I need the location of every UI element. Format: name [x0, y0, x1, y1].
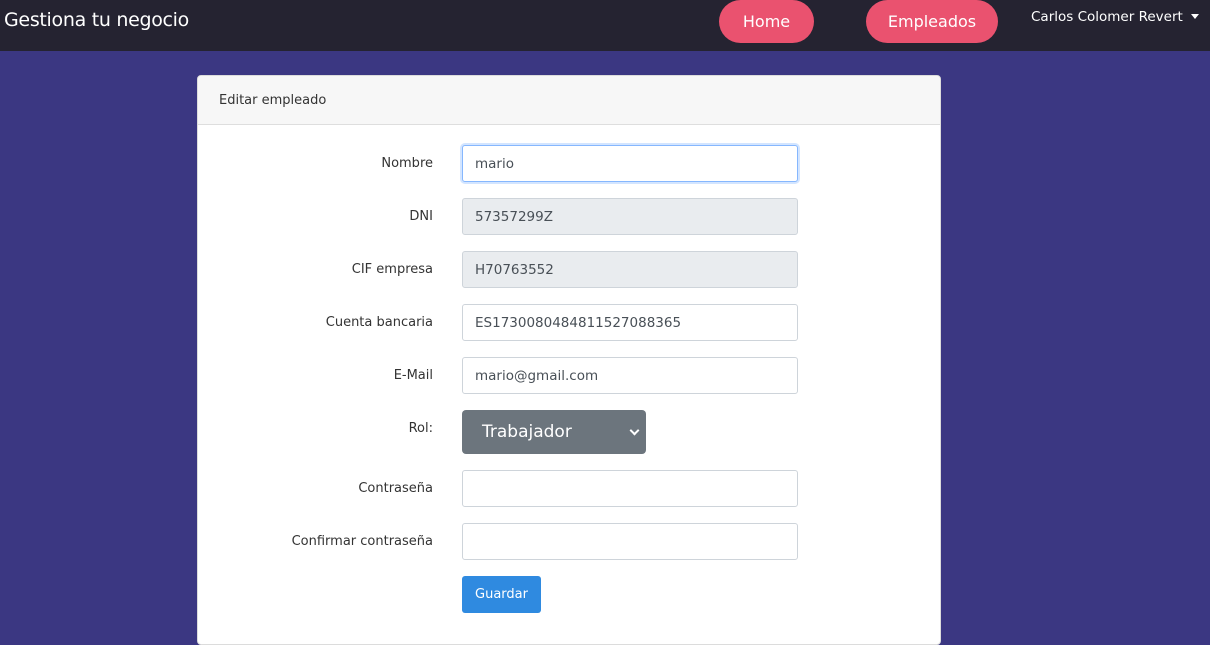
confirm-password-label: Confirmar contraseña	[291, 534, 433, 549]
password-label: Contraseña	[358, 481, 433, 496]
cuenta-label: Cuenta bancaria	[325, 315, 433, 330]
save-button[interactable]: Guardar	[462, 576, 541, 613]
form-row-nombre: Nombre	[198, 145, 940, 182]
nombre-label: Nombre	[381, 156, 433, 171]
form-row-email: E-Mail	[198, 357, 940, 394]
card-header: Editar empleado	[198, 76, 940, 125]
email-input[interactable]	[462, 357, 798, 394]
form-row-rol: Rol: Trabajador	[198, 410, 940, 454]
rol-label: Rol:	[408, 421, 433, 436]
chevron-down-icon	[629, 425, 640, 436]
form-row-cuenta: Cuenta bancaria	[198, 304, 940, 341]
email-label: E-Mail	[393, 368, 433, 383]
form-row-cif: CIF empresa	[198, 251, 940, 288]
rol-select[interactable]: Trabajador	[462, 410, 646, 454]
password-input[interactable]	[462, 470, 798, 507]
cuenta-bancaria-input[interactable]	[462, 304, 798, 341]
confirm-password-input[interactable]	[462, 523, 798, 560]
form-row-submit: Guardar	[198, 576, 940, 613]
form-row-confirm: Confirmar contraseña	[198, 523, 940, 560]
nav-home-button[interactable]: Home	[719, 0, 814, 43]
dni-label: DNI	[409, 209, 433, 224]
form-row-dni: DNI	[198, 198, 940, 235]
dni-input	[462, 198, 798, 235]
form-row-password: Contraseña	[198, 470, 940, 507]
rol-selected-value: Trabajador	[482, 422, 572, 442]
cif-label: CIF empresa	[351, 262, 433, 277]
nav-empleados-button[interactable]: Empleados	[866, 0, 998, 43]
brand-title[interactable]: Gestiona tu negocio	[4, 9, 189, 31]
top-navbar: Gestiona tu negocio Home Empleados Carlo…	[0, 0, 1210, 51]
user-name: Carlos Colomer Revert	[1031, 9, 1183, 25]
edit-employee-card: Editar empleado Nombre DNI CIF empresa C…	[197, 75, 941, 645]
nombre-input[interactable]	[462, 145, 798, 182]
caret-down-icon	[1190, 13, 1199, 19]
cif-input	[462, 251, 798, 288]
user-dropdown[interactable]: Carlos Colomer Revert	[1031, 9, 1199, 25]
